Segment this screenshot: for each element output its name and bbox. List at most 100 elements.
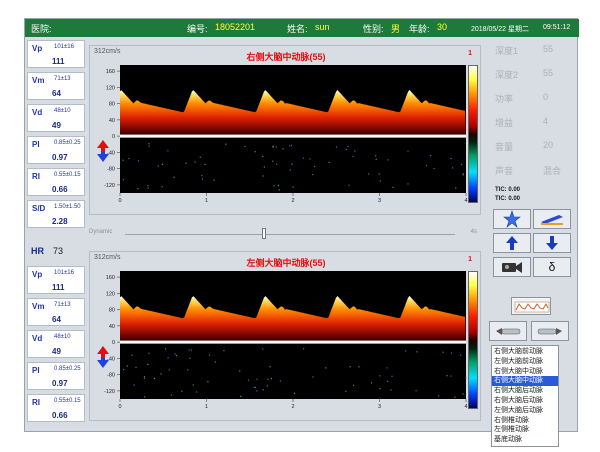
measure-range: 0.55±0.15 [54,172,81,178]
measure-vp-bottom: Vp 101±16 111 [27,266,85,294]
artery-item[interactable]: 右侧椎动脉 [492,416,558,426]
noise-dot [282,148,284,150]
patient-age-value: 30 [437,22,448,32]
noise-dot [293,392,296,395]
measure-key: Vm [32,76,45,85]
depth-down-button[interactable] [533,233,571,253]
param-volume[interactable]: 音量 20 [487,137,577,157]
doppler-spectrum-bottom[interactable]: 16012080400-40-80-1200 1 2 3 4 [104,271,468,410]
artery-item[interactable]: 右侧大脑后动脉 [492,396,558,406]
noise-dot [167,357,169,359]
param-power[interactable]: 功率 0 [487,89,577,109]
noise-dot [425,165,428,167]
noise-dot [133,384,135,386]
artery-item-selected[interactable]: 右侧大脑中动脉 [492,376,558,387]
noise-dot [433,167,435,170]
noise-dot [167,150,169,152]
measure-key: PI [32,140,40,149]
param-key: 功率 [495,94,514,104]
noise-dot [345,390,347,393]
measure-pi-bottom: PI 0.85±0.25 0.97 [27,362,85,390]
noise-dot [302,157,304,159]
noise-dot [170,394,172,396]
measure-key: RI [32,172,40,181]
measure-value: 0.97 [52,153,68,162]
video-camera-icon [502,262,522,273]
noise-dot [207,381,209,383]
artery-item[interactable]: 基底动脉 [492,435,558,445]
dynamic-knob[interactable] [261,228,266,239]
noise-dot [312,376,314,378]
time-display: 09:51:12 [543,24,571,31]
freeze-button[interactable] [493,209,531,229]
measure-value: 111 [52,57,65,66]
noise-dot [309,158,311,160]
panel-index: 1 [468,50,472,57]
noise-dot [312,174,314,176]
measure-vm-bottom: Vm 71±13 64 [27,298,85,326]
noise-dot [454,396,456,398]
noise-dot [189,357,191,359]
noise-dot [262,175,264,177]
param-depth1[interactable]: 深度1 55 [487,41,577,61]
dynamic-slider[interactable]: Dynamic 4s [89,225,481,243]
probe-right-button[interactable] [531,321,569,341]
noise-dot [201,178,204,180]
vessel-title: 右侧大脑中动脉(55) [246,52,326,62]
noise-dot [131,354,133,356]
x-tick-label: 3 [378,198,381,204]
hospital-label: 医院: [31,24,52,34]
delta-button[interactable]: δ [533,257,571,277]
y-tick-label: 160 [106,275,115,281]
noise-dot [161,186,163,188]
noise-dot [254,151,256,153]
param-key: 声音 [495,166,514,176]
artery-item[interactable]: 右侧大脑中动脉 [492,367,558,377]
depth-up-button[interactable] [493,233,531,253]
record-button[interactable] [493,257,531,277]
dynamic-track[interactable] [125,234,455,235]
noise-dot [461,163,463,166]
measure-vd-bottom: Vd 48±10 49 [27,330,85,358]
noise-dot [174,353,176,355]
doppler-spectrum-top[interactable]: 16012080400-40-80-1200 1 2 3 4 [104,65,468,204]
measure-key: Vd [32,334,43,343]
artery-list[interactable]: 右侧大脑前动脉 左侧大脑前动脉 右侧大脑中动脉 右侧大脑中动脉 右侧大脑后动脉 … [491,345,559,447]
freeze-star-icon [503,210,521,228]
measure-range: 48±10 [54,108,71,114]
probe-button[interactable] [533,209,571,229]
waveform-button[interactable] [511,297,551,315]
measure-key: PI [32,366,40,375]
noise-dot [148,143,150,145]
probe-left-button[interactable] [489,321,527,341]
noise-dot [181,390,183,392]
artery-item[interactable]: 左侧椎动脉 [492,425,558,435]
noise-dot [247,379,250,381]
artery-item[interactable]: 左侧大脑后动脉 [492,406,558,416]
param-gain[interactable]: 增益 4 [487,113,577,133]
heart-rate-key: HR [31,246,44,256]
patient-header: 医院: 编号: 18052201 姓名: sun 性别: 男 年龄: 30 20… [25,19,579,37]
x-tick-label: 3 [378,404,381,410]
noise-dot [442,351,444,353]
noise-dot [462,173,464,175]
measure-range: 0.55±0.15 [54,398,81,404]
noise-dot [379,388,381,390]
y-tick-label: 120 [106,291,115,297]
noise-dot [452,167,454,169]
artery-item[interactable]: 左侧大脑前动脉 [492,357,558,367]
noise-dot [279,380,281,382]
measure-sd-top: S/D 1.50±1.50 2.28 [27,200,85,228]
noise-dot [450,375,452,377]
noise-dot [273,185,275,187]
artery-item[interactable]: 右侧大脑前动脉 [492,347,558,357]
noise-dot [446,375,448,377]
measure-value: 64 [52,89,61,98]
patient-name-value: sun [315,22,330,32]
noise-dot [405,350,407,352]
artery-item[interactable]: 右侧大脑后动脉 [492,386,558,396]
param-value: 混合 [543,166,562,176]
param-sound[interactable]: 声音 混合 [487,161,577,181]
param-depth2[interactable]: 深度2 55 [487,65,577,85]
noise-dot [225,143,227,145]
